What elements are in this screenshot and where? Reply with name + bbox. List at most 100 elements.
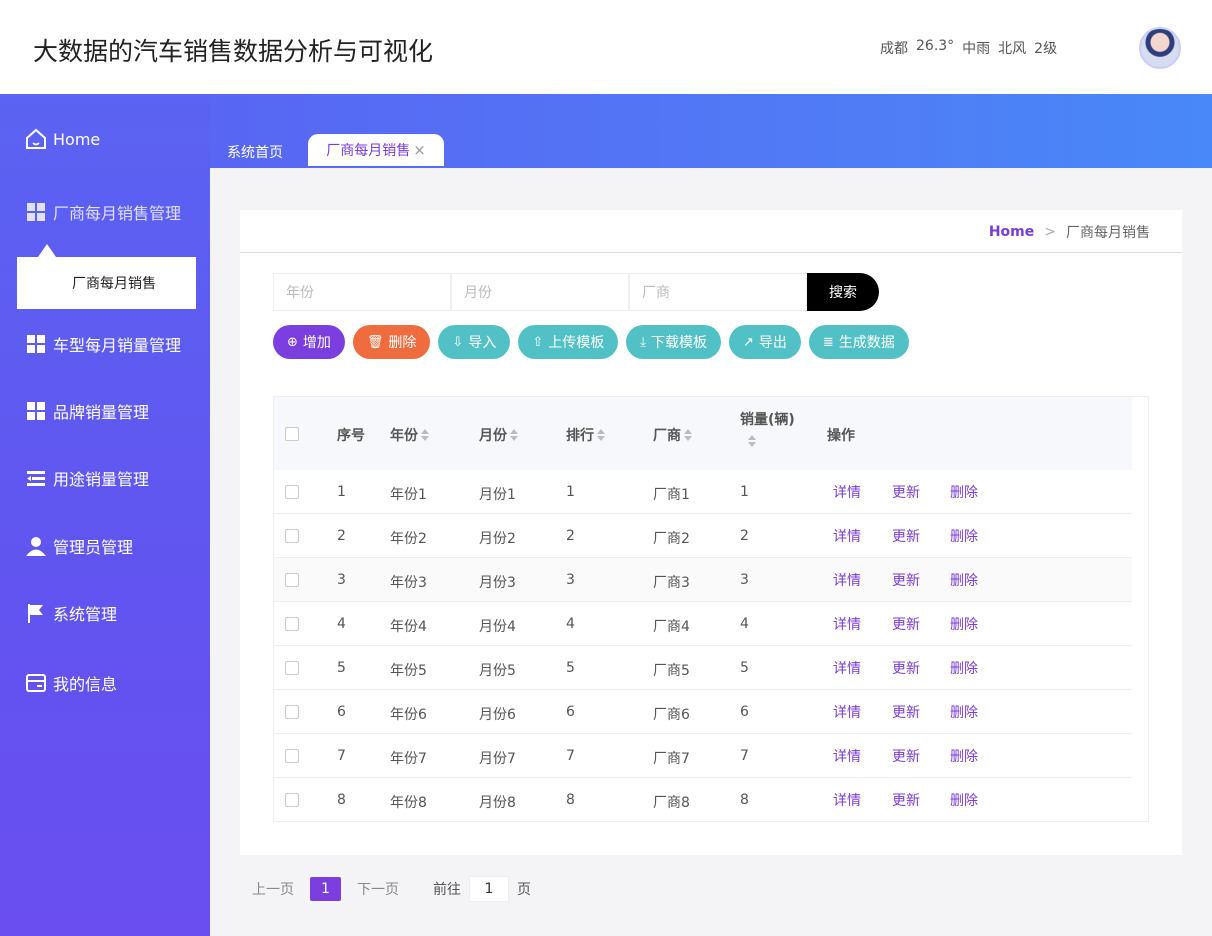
month-search-input[interactable]: 月份 [451, 273, 629, 311]
row-checkbox[interactable] [285, 705, 299, 719]
detail-link[interactable]: 详情 [833, 702, 861, 722]
year-search-input[interactable]: 年份 [273, 273, 451, 311]
tab-maker-monthly[interactable]: 厂商每月销售 × [308, 134, 444, 166]
sort-icon[interactable] [510, 429, 518, 441]
detail-link[interactable]: 详情 [833, 482, 861, 502]
cell-index: 7 [337, 748, 346, 764]
detail-link[interactable]: 详情 [833, 790, 861, 810]
row-checkbox[interactable] [285, 661, 299, 675]
list-icon [27, 471, 45, 486]
sort-icon[interactable] [748, 435, 756, 447]
sidebar-item-model-sales[interactable]: 车型每月销量管理 [25, 332, 181, 356]
th-ops: 操作 [827, 428, 855, 444]
upload-template-button[interactable]: ⇧ 上传模板 [518, 325, 619, 359]
th-sales[interactable]: 销量(辆) [740, 409, 795, 447]
table-header: 序号 年份 月份 排行 厂商 销量(辆) 操作 [274, 397, 1132, 470]
cell-sales: 6 [740, 704, 749, 720]
delete-link[interactable]: 删除 [950, 658, 978, 678]
cell-rank: 3 [566, 572, 575, 588]
delete-link[interactable]: 删除 [950, 482, 978, 502]
divider [240, 252, 1182, 253]
sidebar-item-home[interactable]: Home [25, 128, 100, 150]
sidebar-item-label: 用途销量管理 [53, 470, 150, 489]
search-bar: 年份 月份 厂商 搜索 [273, 273, 879, 311]
breadcrumb-home[interactable]: Home [989, 224, 1034, 240]
weather-temp: 26.3° [916, 38, 955, 54]
table-row: 3 年份3 月份3 3 厂商3 3 详情 更新 删除 [274, 558, 1132, 602]
search-button[interactable]: 搜索 [807, 273, 879, 311]
sidebar-item-admin[interactable]: 管理员管理 [25, 534, 133, 558]
import-button[interactable]: ⇩ 导入 [438, 325, 511, 359]
select-all-checkbox[interactable] [285, 427, 299, 441]
detail-link[interactable]: 详情 [833, 526, 861, 546]
weather-city: 成都 [880, 41, 908, 57]
grid-icon [27, 335, 45, 353]
maker-search-input[interactable]: 厂商 [629, 273, 807, 311]
import-button-label: 导入 [468, 335, 497, 351]
avatar[interactable] [1139, 27, 1181, 69]
page-jump-input[interactable]: 1 [469, 876, 509, 902]
sort-icon[interactable] [421, 429, 429, 441]
cell-year: 年份6 [390, 707, 427, 723]
sidebar-item-my-info[interactable]: 我的信息 [25, 671, 117, 695]
th-rank[interactable]: 排行 [566, 425, 605, 445]
sidebar-item-maker-sales[interactable]: 厂商每月销售管理 [25, 200, 181, 224]
row-checkbox[interactable] [285, 485, 299, 499]
th-year[interactable]: 年份 [390, 425, 429, 445]
delete-link[interactable]: 删除 [950, 746, 978, 766]
sidebar-subitem-maker-monthly[interactable]: 厂商每月销售 [17, 257, 196, 309]
import-icon: ⇩ [452, 334, 464, 350]
row-checkbox[interactable] [285, 617, 299, 631]
cell-year: 年份5 [390, 663, 427, 679]
th-maker[interactable]: 厂商 [653, 425, 692, 445]
detail-link[interactable]: 详情 [833, 570, 861, 590]
detail-link[interactable]: 详情 [833, 658, 861, 678]
detail-link[interactable]: 详情 [833, 746, 861, 766]
submenu-caret [38, 244, 56, 257]
cell-year: 年份3 [390, 575, 427, 591]
row-checkbox[interactable] [285, 529, 299, 543]
generate-data-button[interactable]: ≣ 生成数据 [808, 325, 909, 359]
cell-year: 年份2 [390, 531, 427, 547]
update-link[interactable]: 更新 [892, 482, 920, 502]
next-page-button[interactable]: 下一页 [357, 879, 399, 899]
download-template-button[interactable]: ⤓ 下载模板 [626, 325, 721, 359]
th-month[interactable]: 月份 [479, 425, 518, 445]
row-checkbox[interactable] [285, 793, 299, 807]
sidebar-item-label: 车型每月销量管理 [53, 336, 182, 355]
update-link[interactable]: 更新 [892, 614, 920, 634]
delete-button[interactable]: 🗑 删除 [352, 325, 431, 359]
sort-icon[interactable] [597, 429, 605, 441]
delete-link[interactable]: 删除 [950, 614, 978, 634]
add-button[interactable]: ⊕ 增加 [273, 325, 345, 359]
delete-link[interactable]: 删除 [950, 570, 978, 590]
header: 大数据的汽车销售数据分析与可视化 成都 26.3° 中雨 北风 2级 [0, 0, 1212, 94]
delete-link[interactable]: 删除 [950, 526, 978, 546]
update-link[interactable]: 更新 [892, 746, 920, 766]
cell-year: 年份7 [390, 751, 427, 767]
delete-link[interactable]: 删除 [950, 702, 978, 722]
tab-home[interactable]: 系统首页 [227, 142, 283, 162]
export-button[interactable]: ↗ 导出 [728, 325, 801, 359]
delete-link[interactable]: 删除 [950, 790, 978, 810]
row-checkbox[interactable] [285, 749, 299, 763]
sort-icon[interactable] [684, 429, 692, 441]
cell-maker: 厂商4 [653, 619, 690, 635]
update-link[interactable]: 更新 [892, 658, 920, 678]
page-number-current[interactable]: 1 [310, 877, 341, 901]
close-icon[interactable]: × [413, 141, 426, 159]
sidebar-item-system[interactable]: 系统管理 [25, 601, 117, 625]
detail-link[interactable]: 详情 [833, 614, 861, 634]
update-link[interactable]: 更新 [892, 702, 920, 722]
trash-icon: 🗑 [366, 334, 384, 350]
sidebar-item-brand-sales[interactable]: 品牌销量管理 [25, 399, 149, 423]
update-link[interactable]: 更新 [892, 526, 920, 546]
cell-rank: 4 [566, 616, 575, 632]
database-icon: ≣ [822, 334, 834, 350]
row-checkbox[interactable] [285, 573, 299, 587]
prev-page-button[interactable]: 上一页 [252, 879, 294, 899]
update-link[interactable]: 更新 [892, 570, 920, 590]
update-link[interactable]: 更新 [892, 790, 920, 810]
cell-index: 4 [337, 616, 346, 632]
sidebar-item-usage-sales[interactable]: 用途销量管理 [25, 466, 149, 490]
